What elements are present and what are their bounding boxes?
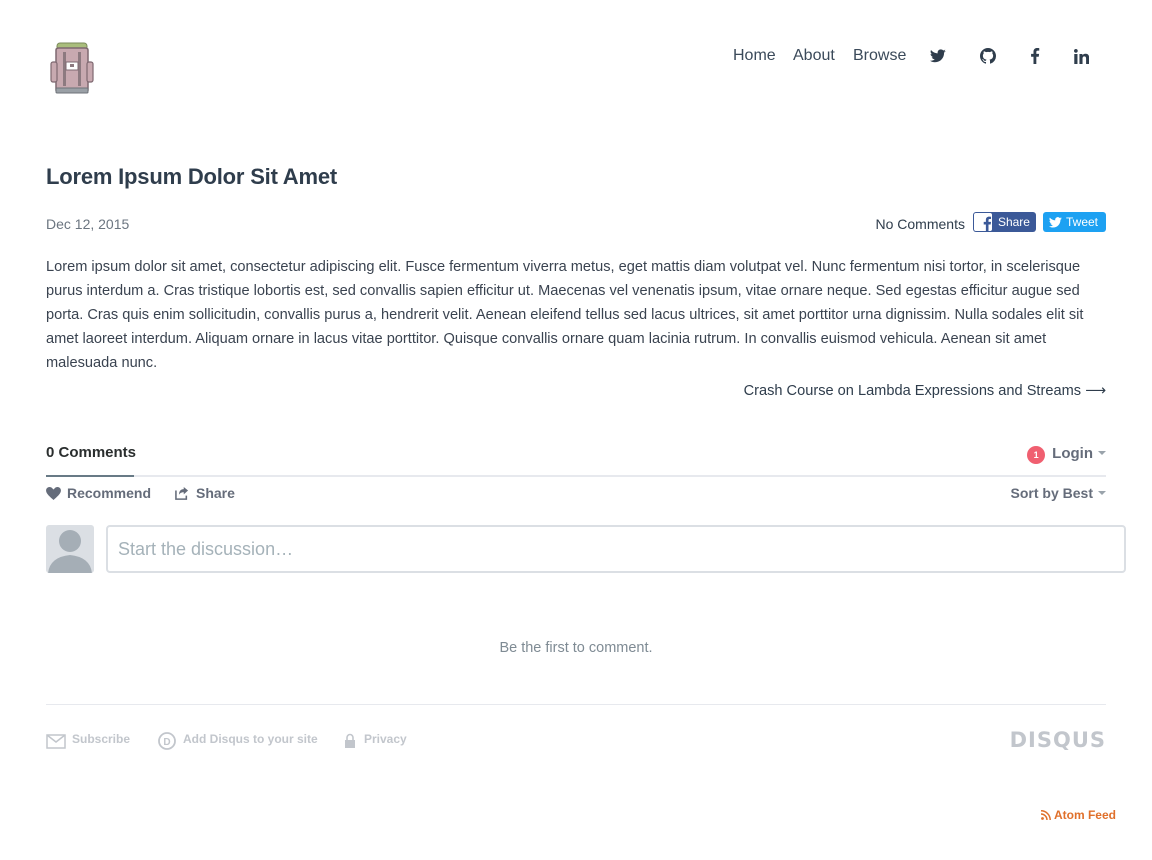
- atom-feed-label: Atom Feed: [1053, 808, 1116, 822]
- share-icon: [175, 486, 189, 500]
- chevron-down-icon: [1098, 451, 1106, 455]
- comment-input[interactable]: [106, 525, 1126, 573]
- disqus-d-icon: D: [158, 732, 176, 750]
- active-tab-indicator: [46, 475, 134, 477]
- nav-home[interactable]: Home: [733, 44, 776, 68]
- envelope-icon: [46, 733, 66, 749]
- share-label: Share: [196, 485, 235, 501]
- facebook-share-button[interactable]: Share: [972, 212, 1036, 232]
- disqus-actions: Recommend Share Sort by Best: [46, 485, 1106, 505]
- nav-about[interactable]: About: [793, 44, 835, 68]
- add-disqus-label: Add Disqus to your site: [183, 732, 318, 746]
- lock-icon: [345, 733, 355, 748]
- share-thread-button[interactable]: Share: [175, 485, 235, 501]
- chevron-down-icon: [1098, 491, 1106, 495]
- post-title: Lorem Ipsum Dolor Sit Amet: [46, 164, 338, 189]
- disqus-footer-divider: [46, 704, 1106, 705]
- heart-icon: [46, 486, 61, 500]
- login-menu[interactable]: 1 Login: [1027, 444, 1106, 464]
- comments-link[interactable]: No Comments: [875, 216, 964, 232]
- privacy-link[interactable]: Privacy: [344, 728, 407, 750]
- sort-dropdown[interactable]: Sort by Best: [1011, 485, 1106, 501]
- comment-count-tab[interactable]: 0 Comments: [46, 444, 136, 461]
- notification-badge[interactable]: 1: [1027, 446, 1046, 464]
- post-body: Lorem ipsum dolor sit amet, consectetur …: [46, 259, 1084, 371]
- tweet-label: Tweet: [1065, 215, 1098, 229]
- post-date: Dec 12, 2015: [46, 216, 130, 232]
- login-label: Login: [1052, 444, 1093, 462]
- facebook-icon: [973, 213, 992, 231]
- facebook-share-label: Share: [997, 215, 1030, 229]
- subscribe-label: Subscribe: [72, 732, 131, 746]
- nav-browse[interactable]: Browse: [853, 44, 906, 68]
- add-disqus-link[interactable]: D Add Disqus to your site: [158, 728, 318, 750]
- avatar: [46, 525, 94, 573]
- privacy-label: Privacy: [364, 732, 407, 746]
- linkedin-icon[interactable]: [1071, 46, 1091, 66]
- disqus-footer: Subscribe D Add Disqus to your site Priv…: [46, 728, 1106, 752]
- disqus-logo[interactable]: DISQUS: [1010, 728, 1106, 752]
- recommend-label: Recommend: [67, 485, 152, 501]
- svg-text:D: D: [163, 737, 170, 748]
- disqus-header: 0 Comments 1 Login: [46, 440, 1106, 477]
- subscribe-link[interactable]: Subscribe: [46, 728, 130, 750]
- empty-comments-message: Be the first to comment.: [499, 640, 653, 656]
- twitter-icon[interactable]: [928, 46, 948, 66]
- main-nav: Home About Browse: [0, 44, 1152, 68]
- recommend-button[interactable]: Recommend: [46, 485, 151, 501]
- twitter-bird-icon: [1048, 216, 1062, 228]
- rss-icon: [1040, 810, 1051, 820]
- facebook-icon[interactable]: [1025, 46, 1045, 66]
- tweet-button[interactable]: Tweet: [1042, 212, 1106, 232]
- sort-label: Sort by Best: [1010, 485, 1093, 501]
- atom-feed-link[interactable]: Atom Feed: [1040, 808, 1116, 822]
- post-meta-actions: No Comments Share Tweet: [875, 212, 1106, 232]
- github-icon[interactable]: [978, 46, 998, 66]
- user-placeholder-icon: [48, 530, 92, 573]
- next-post-link[interactable]: Crash Course on Lambda Expressions and S…: [744, 382, 1106, 399]
